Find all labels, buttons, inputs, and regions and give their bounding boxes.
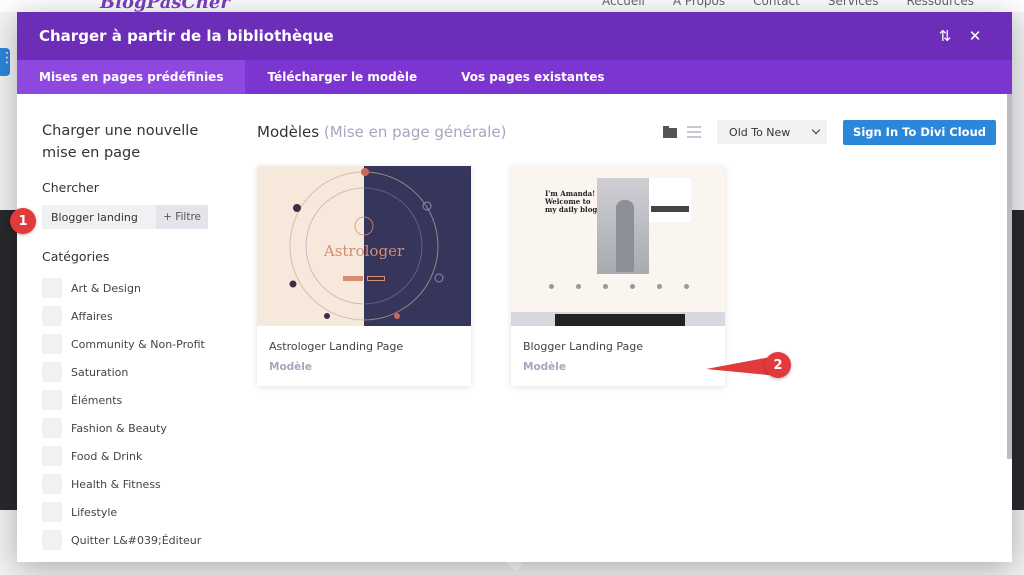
search-label: Chercher <box>42 180 99 195</box>
layout-card-astrologer[interactable]: Astrologer Astrologer Landing Page Modèl… <box>257 166 471 386</box>
bg-nav-item[interactable]: Services <box>828 0 879 8</box>
category-item[interactable]: Quitter L&#039;Éditeur <box>42 526 227 554</box>
card-info: Astrologer Landing Page Modèle <box>257 326 471 387</box>
layout-card-blogger[interactable]: I'm Amanda! Welcome to my daily blog Blo… <box>511 166 725 386</box>
filter-button[interactable]: + Filtre <box>156 205 208 229</box>
sort-arrows-icon[interactable]: ⇅ <box>930 21 960 51</box>
category-label: Affaires <box>71 309 113 323</box>
main-panel: Modèles (Mise en page générale) Old To N… <box>227 94 1012 562</box>
library-modal: Charger à partir de la bibliothèque ⇅ ✕ … <box>17 12 1012 562</box>
card-name: Blogger Landing Page <box>523 340 644 353</box>
sidebar: Charger une nouvelle mise en page Cherch… <box>17 94 227 562</box>
category-checkbox[interactable] <box>42 334 62 354</box>
category-label: Art & Design <box>71 281 141 295</box>
tab-predefined-layouts[interactable]: Mises en pages prédéfinies <box>17 60 246 94</box>
category-item[interactable]: Affaires <box>42 302 227 330</box>
list-view-icon[interactable] <box>687 126 702 138</box>
category-item[interactable]: Fashion & Beauty <box>42 414 227 442</box>
blogger-thumb-text: I'm Amanda! Welcome to my daily blog <box>545 189 598 214</box>
category-item[interactable]: Lifestyle <box>42 498 227 526</box>
builder-handle-icon[interactable] <box>0 48 14 76</box>
layout-cards: Astrologer Astrologer Landing Page Modèl… <box>257 166 1012 386</box>
grid-view-icon[interactable] <box>663 126 678 138</box>
bg-nav: Accueil A Propos Contact Services Ressou… <box>602 0 974 8</box>
category-item[interactable]: Éléments <box>42 386 227 414</box>
sidebar-title: Charger une nouvelle mise en page <box>42 123 199 161</box>
main-header: Modèles (Mise en page générale) Old To N… <box>257 118 1012 146</box>
bg-nav-item[interactable]: Accueil <box>602 0 645 8</box>
modal-tabs: Mises en pages prédéfinies Télécharger l… <box>17 60 1012 94</box>
bg-nav-item[interactable]: Contact <box>753 0 800 8</box>
category-list: Art & Design Affaires Community & Non-Pr… <box>42 274 227 554</box>
main-title: Modèles (Mise en page générale) <box>257 123 506 141</box>
astrologer-thumbnail[interactable]: Astrologer <box>257 166 471 326</box>
card-name: Astrologer Landing Page <box>269 340 404 353</box>
category-label: Fashion & Beauty <box>71 421 167 435</box>
tab-existing-pages[interactable]: Vos pages existantes <box>439 60 626 94</box>
category-checkbox[interactable] <box>42 362 62 382</box>
card-info: Blogger Landing Page Modèle <box>511 326 725 387</box>
category-checkbox[interactable] <box>42 446 62 466</box>
view-toggle <box>663 126 702 138</box>
modal-body: Charger une nouvelle mise en page Cherch… <box>17 94 1012 562</box>
search-row: + Filtre <box>42 205 208 229</box>
category-item[interactable]: Art & Design <box>42 274 227 302</box>
modal-scrollbar[interactable] <box>1007 94 1012 459</box>
annotation-badge-2: 2 <box>765 352 791 378</box>
modal-header: Charger à partir de la bibliothèque ⇅ ✕ <box>17 12 1012 60</box>
category-checkbox[interactable] <box>42 530 62 550</box>
category-item[interactable]: Food & Drink <box>42 442 227 470</box>
card-type: Modèle <box>269 361 313 373</box>
blogger-thumbnail[interactable]: I'm Amanda! Welcome to my daily blog <box>511 166 725 326</box>
category-checkbox[interactable] <box>42 474 62 494</box>
annotation-badge-1: 1 <box>10 208 36 234</box>
category-label: Saturation <box>71 365 129 379</box>
search-input[interactable] <box>42 205 157 229</box>
card-type: Modèle <box>523 361 567 373</box>
category-label: Lifestyle <box>71 505 118 519</box>
modal-title: Charger à partir de la bibliothèque <box>39 27 334 45</box>
category-item[interactable]: Health & Fitness <box>42 470 227 498</box>
category-label: Community & Non-Profit <box>71 337 205 351</box>
category-checkbox[interactable] <box>42 390 62 410</box>
category-item[interactable]: Community & Non-Profit <box>42 330 227 358</box>
bg-nav-item[interactable]: Ressources <box>906 0 974 8</box>
close-icon[interactable]: ✕ <box>960 21 990 51</box>
category-label: Food & Drink <box>71 449 143 463</box>
category-label: Quitter L&#039;Éditeur <box>71 533 202 547</box>
bg-nav-item[interactable]: A Propos <box>673 0 725 8</box>
category-checkbox[interactable] <box>42 418 62 438</box>
category-checkbox[interactable] <box>42 502 62 522</box>
category-checkbox[interactable] <box>42 306 62 326</box>
category-label: Health & Fitness <box>71 477 161 491</box>
categories-label: Catégories <box>42 249 110 264</box>
divi-cloud-signin-button[interactable]: Sign In To Divi Cloud <box>843 119 996 145</box>
sort-select[interactable]: Old To New <box>717 120 828 144</box>
category-item[interactable]: Saturation <box>42 358 227 386</box>
category-checkbox[interactable] <box>42 278 62 298</box>
main-subtitle: (Mise en page générale) <box>323 123 507 141</box>
tab-upload-template[interactable]: Télécharger le modèle <box>245 60 439 94</box>
astrologer-thumb-title: Astrologer <box>323 242 405 260</box>
main-title-text: Modèles <box>257 123 320 141</box>
category-label: Éléments <box>71 393 123 407</box>
